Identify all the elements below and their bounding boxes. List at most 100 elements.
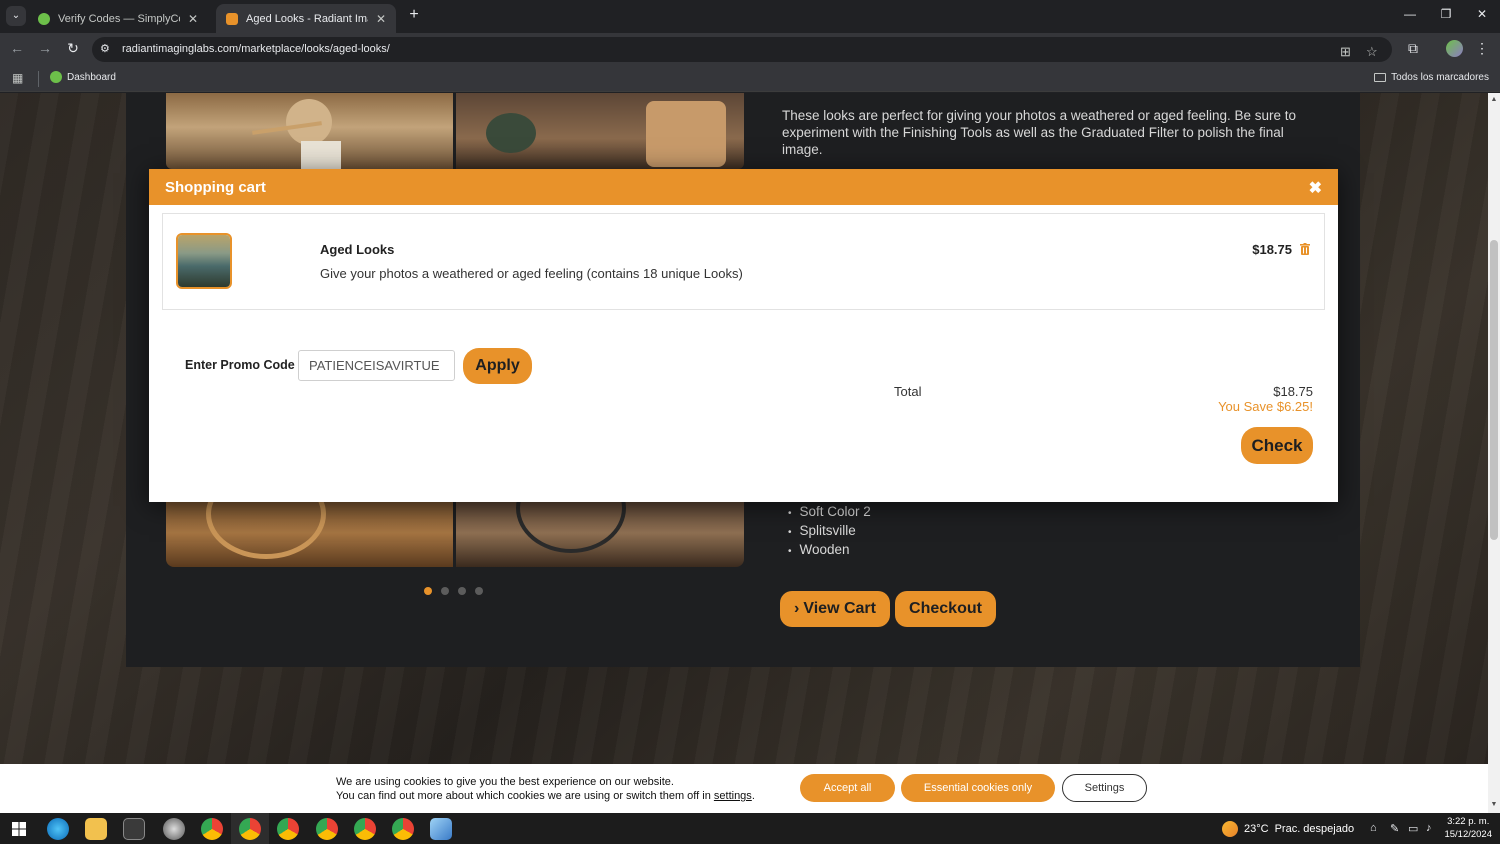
carousel-dot[interactable] (458, 587, 466, 595)
cookie-line-2-end: . (751, 790, 755, 802)
list-item: Splitsville (782, 522, 871, 541)
temperature: 23°C (1244, 823, 1269, 835)
list-item: Wooden (782, 541, 871, 560)
bookmark-star-icon[interactable]: ☆ (1366, 44, 1378, 60)
reload-icon[interactable]: ↻ (63, 40, 83, 57)
cart-item: Aged Looks Give your photos a weathered … (162, 213, 1325, 310)
dashboard-favicon-icon (50, 71, 62, 83)
edge-icon[interactable] (47, 818, 69, 840)
app-icon[interactable] (163, 818, 185, 840)
simplycodes-favicon-icon (38, 12, 50, 25)
item-description: Give your photos a weathered or aged fee… (320, 266, 743, 281)
view-cart-button[interactable]: › View Cart (780, 591, 890, 627)
store-icon[interactable] (123, 818, 145, 840)
chrome-icon[interactable] (354, 818, 376, 840)
close-tab-icon[interactable]: ✕ (188, 12, 198, 26)
close-tab-icon[interactable]: ✕ (376, 12, 386, 26)
cookie-settings-link[interactable]: settings (714, 790, 752, 802)
apply-button[interactable]: Apply (463, 348, 532, 384)
scroll-down-icon[interactable]: ▼ (1489, 801, 1499, 808)
wheel-photo-1 (166, 499, 453, 567)
product-gallery-top (166, 93, 744, 169)
radiant-favicon-icon (226, 12, 238, 25)
tab-title: Verify Codes — SimplyCodes (58, 12, 180, 25)
all-bookmarks[interactable]: Todos los marcadores (1374, 72, 1489, 83)
new-tab-button[interactable]: + (404, 6, 424, 24)
profile-avatar[interactable] (1446, 40, 1463, 57)
url-text[interactable]: radiantimaginglabs.com/marketplace/looks… (122, 43, 390, 55)
sun-icon (1222, 821, 1238, 837)
windows-start-icon[interactable] (8, 818, 30, 840)
pen-icon[interactable]: ✎ (1390, 822, 1399, 835)
check-label: Check (1251, 435, 1303, 455)
extensions-icon[interactable]: ⧉ (1403, 40, 1423, 57)
volume-icon[interactable]: ♪ (1426, 822, 1432, 834)
carousel-dot[interactable] (475, 587, 483, 595)
cookie-settings-button[interactable]: Settings (1062, 774, 1147, 802)
checkout-label: Checkout (909, 600, 982, 617)
close-window-button[interactable]: ✕ (1464, 7, 1500, 21)
browser-tab-strip: ⌄ Verify Codes — SimplyCodes ✕ Aged Look… (0, 0, 1500, 33)
windows-taskbar: 23°C Prac. despejado ⌂ ✎ ▭ ♪ 3:22 p. m. … (0, 813, 1500, 844)
savings-text: You Save $6.25! (1218, 399, 1313, 414)
tab-title: Aged Looks - Radiant Imaging (246, 12, 368, 25)
product-gallery-bottom (166, 499, 744, 567)
tab-search-button[interactable]: ⌄ (6, 6, 26, 26)
scroll-up-icon[interactable]: ▲ (1489, 96, 1499, 103)
network-icon[interactable]: ⌂ (1370, 822, 1377, 834)
notepad-icon[interactable] (430, 818, 452, 840)
monitor-icon[interactable]: ▭ (1408, 822, 1418, 835)
back-icon[interactable]: ← (7, 40, 27, 56)
accept-all-label: Accept all (823, 782, 872, 794)
close-icon[interactable]: ✖ (1309, 178, 1322, 198)
essential-cookies-label: Essential cookies only (923, 782, 1033, 794)
promo-code-label: Enter Promo Code (185, 358, 295, 372)
translate-icon[interactable]: ⊞ (1340, 44, 1351, 60)
restore-button[interactable]: ❐ (1428, 7, 1464, 21)
bookmark-divider (38, 71, 39, 87)
chrome-icon[interactable] (201, 818, 223, 840)
carousel-dot[interactable] (441, 587, 449, 595)
total-label: Total (894, 384, 922, 399)
ornament-photo (456, 93, 744, 169)
promo-code-input[interactable] (298, 350, 455, 381)
modal-header: Shopping cart ✖ (149, 169, 1338, 205)
chrome-icon[interactable] (277, 818, 299, 840)
file-explorer-icon[interactable] (85, 818, 107, 840)
all-bookmarks-label: Todos los marcadores (1391, 72, 1489, 83)
site-info-icon[interactable]: ⚙ (100, 42, 110, 55)
carousel-dots (424, 587, 483, 595)
cookie-line-1: We are using cookies to give you the bes… (336, 776, 674, 788)
trash-icon[interactable] (1300, 243, 1310, 255)
essential-cookies-button[interactable]: Essential cookies only (901, 774, 1055, 802)
apps-grid-icon[interactable]: ▦ (12, 71, 23, 85)
chrome-icon[interactable] (392, 818, 414, 840)
item-price: $18.75 (1252, 242, 1292, 257)
carousel-dot[interactable] (424, 587, 432, 595)
cookie-settings-label: Settings (1084, 782, 1125, 794)
cookie-banner: We are using cookies to give you the bes… (0, 764, 1488, 813)
total-value: $18.75 (1273, 384, 1313, 399)
scrollbar-thumb[interactable] (1490, 240, 1498, 540)
minimize-button[interactable]: — (1392, 7, 1428, 21)
browser-menu-icon[interactable]: ⋮ (1472, 40, 1492, 57)
forward-icon[interactable]: → (35, 40, 55, 56)
address-bar[interactable]: ⚙ radiantimaginglabs.com/marketplace/loo… (92, 37, 1392, 62)
bookmark-label: Dashboard (67, 71, 116, 83)
system-clock[interactable]: 3:22 p. m. 15/12/2024 (1444, 815, 1492, 841)
tab-aged-looks[interactable]: Aged Looks - Radiant Imaging ✕ (216, 4, 396, 33)
item-name: Aged Looks (320, 242, 395, 257)
bookmark-dashboard[interactable]: Dashboard (50, 71, 116, 83)
product-description: These looks are perfect for giving your … (782, 108, 1297, 157)
weather-widget[interactable]: 23°C Prac. despejado (1222, 821, 1354, 837)
tab-simplycodes[interactable]: Verify Codes — SimplyCodes ✕ (28, 4, 208, 33)
looks-list: Soft Color 2 Splitsville Wooden (782, 503, 871, 560)
clock-date: 15/12/2024 (1444, 829, 1492, 840)
checkout-button[interactable]: Checkout (895, 591, 996, 627)
check-button[interactable]: Check (1241, 427, 1313, 464)
accept-all-button[interactable]: Accept all (800, 774, 895, 802)
chrome-icon[interactable] (239, 818, 261, 840)
chrome-icon[interactable] (316, 818, 338, 840)
bookmarks-bar: ▦ Dashboard Todos los marcadores (0, 65, 1500, 92)
clock-time: 3:22 p. m. (1447, 816, 1490, 827)
